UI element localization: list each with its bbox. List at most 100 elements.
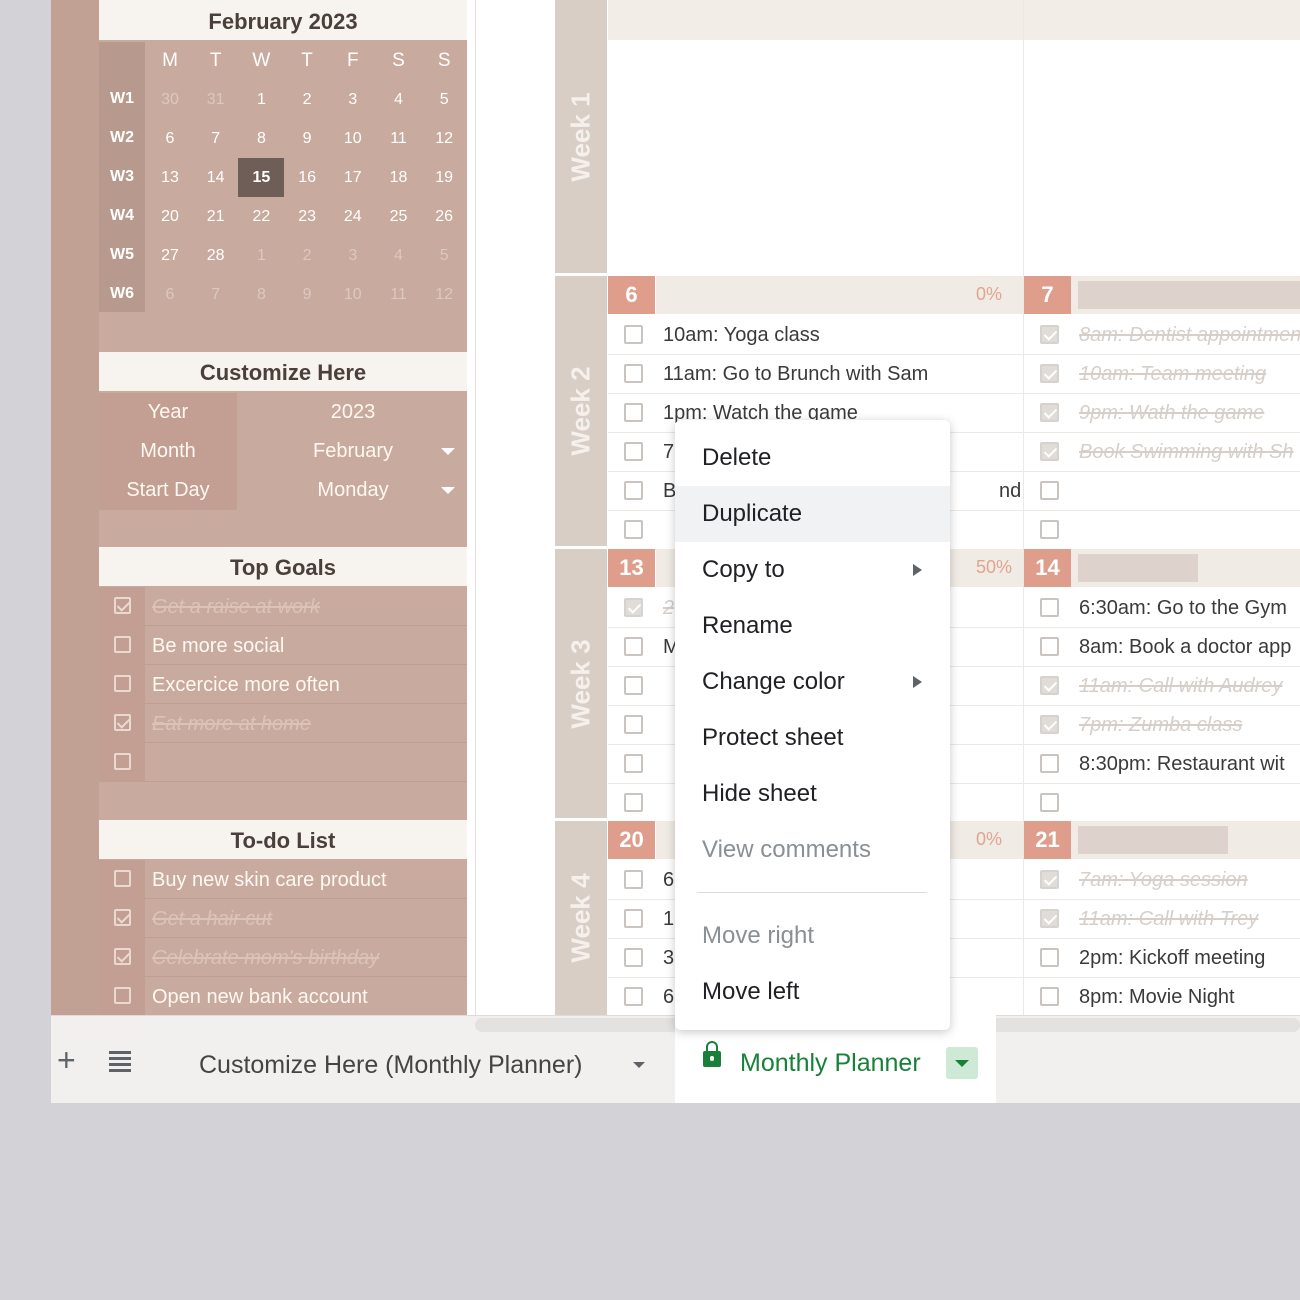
calendar-day-cell[interactable]: 12 bbox=[421, 275, 467, 314]
menu-item-change-color[interactable]: Change color bbox=[675, 654, 950, 710]
calendar-day-cell[interactable]: 27 bbox=[147, 236, 193, 275]
todo-text: Open new bank account bbox=[152, 986, 368, 1008]
task-checkbox[interactable] bbox=[624, 637, 643, 656]
task-checkbox[interactable] bbox=[1040, 909, 1059, 928]
task-checkbox[interactable] bbox=[1040, 715, 1059, 734]
calendar-day-cell[interactable]: 20 bbox=[147, 197, 193, 236]
checkbox[interactable] bbox=[114, 870, 131, 887]
calendar-day-cell[interactable]: 6 bbox=[147, 275, 193, 314]
todo-title: To-do List bbox=[99, 820, 467, 859]
task-checkbox[interactable] bbox=[624, 325, 643, 344]
task-checkbox[interactable] bbox=[1040, 481, 1059, 500]
calendar-day-cell[interactable]: 25 bbox=[376, 197, 422, 236]
calendar-day-cell[interactable]: 4 bbox=[376, 236, 422, 275]
calendar-day-cell[interactable]: 2 bbox=[284, 80, 330, 119]
task-checkbox[interactable] bbox=[624, 870, 643, 889]
menu-item-delete[interactable]: Delete bbox=[675, 430, 950, 486]
task-checkbox[interactable] bbox=[624, 364, 643, 383]
calendar-day-cell[interactable]: 28 bbox=[193, 236, 239, 275]
tab-menu-button[interactable] bbox=[946, 1047, 978, 1079]
calendar-day-cell[interactable]: 10 bbox=[330, 275, 376, 314]
chevron-down-icon[interactable] bbox=[633, 1062, 645, 1068]
calendar-day-cell[interactable]: 12 bbox=[421, 119, 467, 158]
task-checkbox[interactable] bbox=[1040, 520, 1059, 539]
calendar-day-cell[interactable]: 1 bbox=[238, 236, 284, 275]
task-checkbox[interactable] bbox=[1040, 987, 1059, 1006]
task-checkbox[interactable] bbox=[624, 754, 643, 773]
calendar-day-cell[interactable]: 4 bbox=[376, 80, 422, 119]
task-checkbox[interactable] bbox=[1040, 403, 1059, 422]
task-checkbox[interactable] bbox=[624, 909, 643, 928]
calendar-day-cell[interactable]: 7 bbox=[193, 119, 239, 158]
calendar-day-cell[interactable]: 5 bbox=[421, 80, 467, 119]
menu-item-move-left[interactable]: Move left bbox=[675, 964, 950, 1020]
menu-item-rename[interactable]: Rename bbox=[675, 598, 950, 654]
checkbox[interactable] bbox=[114, 636, 131, 653]
year-input[interactable]: 2023 bbox=[239, 393, 467, 432]
task-checkbox[interactable] bbox=[624, 987, 643, 1006]
calendar-day-cell[interactable]: 7 bbox=[193, 275, 239, 314]
task-checkbox[interactable] bbox=[1040, 364, 1059, 383]
menu-item-duplicate[interactable]: Duplicate bbox=[675, 486, 950, 542]
calendar-day-cell[interactable]: 23 bbox=[284, 197, 330, 236]
task-checkbox[interactable] bbox=[1040, 637, 1059, 656]
calendar-day-cell[interactable]: 6 bbox=[147, 119, 193, 158]
checkbox[interactable] bbox=[114, 987, 131, 1004]
calendar-day-cell[interactable]: 24 bbox=[330, 197, 376, 236]
task-checkbox[interactable] bbox=[1040, 948, 1059, 967]
task-checkbox[interactable] bbox=[624, 520, 643, 539]
calendar-day-cell[interactable]: 21 bbox=[193, 197, 239, 236]
task-checkbox[interactable] bbox=[1040, 754, 1059, 773]
calendar-day-cell[interactable]: 3 bbox=[330, 80, 376, 119]
calendar-day-cell[interactable]: 30 bbox=[147, 80, 193, 119]
calendar-day-cell[interactable]: 19 bbox=[421, 158, 467, 197]
sheet-list-icon[interactable] bbox=[109, 1051, 131, 1072]
task-checkbox[interactable] bbox=[624, 403, 643, 422]
calendar-day-cell[interactable]: 3 bbox=[330, 236, 376, 275]
calendar-day-cell[interactable]: 31 bbox=[193, 80, 239, 119]
task-checkbox[interactable] bbox=[624, 948, 643, 967]
task-checkbox[interactable] bbox=[1040, 793, 1059, 812]
task-checkbox[interactable] bbox=[624, 715, 643, 734]
calendar-day-cell[interactable]: 26 bbox=[421, 197, 467, 236]
calendar-day-cell[interactable]: 13 bbox=[147, 158, 193, 197]
task-checkbox[interactable] bbox=[1040, 676, 1059, 695]
calendar-day-cell[interactable]: 8 bbox=[238, 275, 284, 314]
calendar-day-cell[interactable]: 16 bbox=[284, 158, 330, 197]
checkbox[interactable] bbox=[114, 948, 131, 965]
calendar-day-cell[interactable]: 5 bbox=[421, 236, 467, 275]
task-checkbox[interactable] bbox=[1040, 442, 1059, 461]
calendar-day-cell[interactable]: 8 bbox=[238, 119, 284, 158]
task-checkbox[interactable] bbox=[624, 481, 643, 500]
task-checkbox[interactable] bbox=[624, 793, 643, 812]
month-dropdown[interactable]: February bbox=[239, 432, 467, 471]
menu-item-copy-to[interactable]: Copy to bbox=[675, 542, 950, 598]
task-checkbox[interactable] bbox=[624, 442, 643, 461]
checkbox[interactable] bbox=[114, 714, 131, 731]
checkbox[interactable] bbox=[114, 753, 131, 770]
task-checkbox[interactable] bbox=[1040, 870, 1059, 889]
checkbox[interactable] bbox=[114, 909, 131, 926]
calendar-day-cell[interactable]: 17 bbox=[330, 158, 376, 197]
start-day-dropdown[interactable]: Monday bbox=[239, 471, 467, 510]
calendar-day-cell[interactable]: 1 bbox=[238, 80, 284, 119]
calendar-day-cell[interactable]: 11 bbox=[376, 275, 422, 314]
checkbox[interactable] bbox=[114, 597, 131, 614]
task-checkbox[interactable] bbox=[624, 676, 643, 695]
calendar-day-cell[interactable]: 15 bbox=[238, 158, 285, 197]
calendar-day-cell[interactable]: 14 bbox=[193, 158, 239, 197]
calendar-day-cell[interactable]: 18 bbox=[376, 158, 422, 197]
menu-item-hide-sheet[interactable]: Hide sheet bbox=[675, 766, 950, 822]
menu-item-protect-sheet[interactable]: Protect sheet bbox=[675, 710, 950, 766]
calendar-day-cell[interactable]: 9 bbox=[284, 275, 330, 314]
calendar-day-cell[interactable]: 10 bbox=[330, 119, 376, 158]
task-checkbox[interactable] bbox=[1040, 325, 1059, 344]
calendar-day-cell[interactable]: 9 bbox=[284, 119, 330, 158]
add-sheet-button[interactable]: + bbox=[57, 1016, 76, 1104]
calendar-day-cell[interactable]: 2 bbox=[284, 236, 330, 275]
calendar-day-cell[interactable]: 11 bbox=[376, 119, 422, 158]
task-checkbox[interactable] bbox=[624, 598, 643, 617]
checkbox[interactable] bbox=[114, 675, 131, 692]
calendar-day-cell[interactable]: 22 bbox=[238, 197, 284, 236]
task-checkbox[interactable] bbox=[1040, 598, 1059, 617]
